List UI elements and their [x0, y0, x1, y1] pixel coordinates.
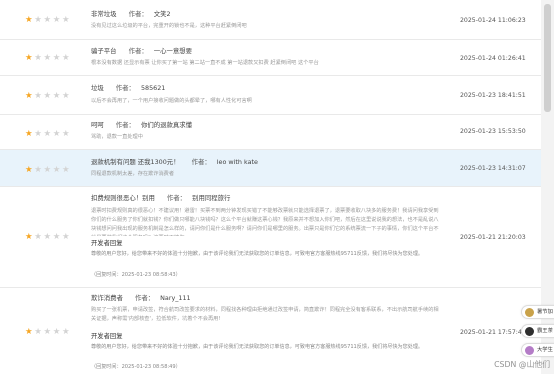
developer-reply-heading: 开发者回复 [91, 240, 123, 247]
star-icon: ★ [43, 327, 53, 337]
review-item: ★★★★★ 扣费规则很恶心！别用 作者： 别用同程旅行 退票时扣费规则真的很恶心！不… [0, 187, 541, 288]
developer-reply-heading: 开发者回复 [91, 333, 123, 340]
review-title: 扣费规则很恶心！别用 [91, 194, 155, 202]
review-date: 2025-01-23 15:53:50 [460, 128, 526, 135]
widget-avatar-icon [525, 327, 534, 336]
widget-label: 霸王茶 [537, 328, 553, 334]
review-item: ★★★★★ 欺诈消费者 作者： Nary_111 购买了一张机票，申请改签，符合航司… [0, 288, 541, 374]
star-icon: ★ [43, 53, 53, 63]
review-title: 非常垃圾 [91, 10, 117, 18]
widget-label: 大学生 [537, 347, 553, 353]
author-label: 作者： [128, 47, 148, 55]
star-rating: ★★★★★ [25, 54, 71, 63]
csdn-watermark: CSDN @山他们 [494, 360, 550, 369]
review-author: 别用同程旅行 [192, 194, 231, 202]
author-label: 作者： [191, 158, 211, 166]
star-icon: ★ [52, 327, 62, 337]
app-store-reviews-page: ★★★★★ 非常垃圾 作者： 文笑2 没有见过这么垃圾的平台，完重开的锁也不是，这种… [0, 0, 554, 374]
review-body: 根本没有数据 还显示有票 让你买了第一站 第二站一直不成 第一站退款又扣费 赶紧… [91, 60, 319, 66]
floating-side-widget[interactable]: 暑节加 [521, 305, 554, 319]
star-icon: ★ [52, 165, 62, 175]
review-item: ★★★★★ 垃圾 作者： 585621 以后不会再用了，一个用户接收问题做的头都晕了… [0, 76, 541, 115]
star-icon: ★ [52, 232, 62, 242]
review-body: 购买了一张机票，申请改签，符合航司改签要求的材料，同程找各种理由拒绝通过改签申请… [91, 307, 439, 322]
star-icon: ★ [43, 129, 53, 139]
star-icon: ★ [61, 91, 72, 101]
review-author: 文笑2 [153, 10, 171, 18]
review-date: 2025-01-23 14:31:07 [460, 165, 526, 172]
star-icon: ★ [43, 91, 53, 101]
developer-reply-time: （回复时间：2025-01-23 08:58:43） [91, 272, 181, 278]
star-rating: ★★★★★ [25, 16, 71, 25]
star-rating: ★★★★★ [25, 328, 71, 337]
star-icon: ★ [52, 91, 62, 101]
developer-reply-time: （回复时间：2025-01-23 08:58:49） [91, 364, 181, 370]
review-title: 呵呵 [91, 121, 104, 129]
star-icon: ★ [61, 53, 72, 63]
review-title: 骗子平台 [91, 47, 117, 55]
star-icon: ★ [25, 129, 35, 139]
developer-reply-body: 尊敬的用户您好，给您带来不好的体验十分抱歉，由于该评论我们无法获取您的订单信息，… [91, 251, 424, 257]
author-label: 作者： [115, 84, 135, 92]
star-icon: ★ [61, 232, 72, 242]
review-author: 你们的退款真求懂 [140, 121, 193, 129]
star-rating: ★★★★★ [25, 92, 71, 101]
widget-label: 暑节加 [537, 309, 553, 315]
review-item: ★★★★★ 骗子平台 作者： 一心一意想要 根本没有数据 还显示有票 让你买了第一站… [0, 40, 541, 76]
review-date: 2025-01-21 21:20:03 [460, 234, 526, 241]
author-label: 作者： [128, 10, 148, 18]
star-rating: ★★★★★ [25, 233, 71, 242]
review-item-highlighted: ★★★★★ 退款机制有问题 还我1300元！ 作者： leo with kate 同… [0, 150, 541, 187]
review-item: ★★★★★ 呵呵 作者： 你们的退款真求懂 骂助，退款一直处理中 2025-01-2… [0, 115, 541, 150]
widget-avatar-icon [525, 346, 534, 355]
review-date: 2025-01-21 17:57:45 [460, 329, 526, 336]
review-author: leo with kate [216, 158, 258, 166]
widget-avatar-icon [525, 308, 534, 317]
star-icon: ★ [43, 15, 53, 25]
review-body: 退票时扣费规则真的很恶心！不建议用！避雷！买票不到两分钟发现买错了不能够改票就只… [91, 208, 439, 236]
star-icon: ★ [25, 91, 35, 101]
review-title: 欺诈消费者 [91, 294, 123, 302]
star-rating: ★★★★★ [25, 166, 71, 175]
review-body: 骂助，退款一直处理中 [91, 134, 143, 140]
review-date: 2025-01-23 18:41:51 [460, 92, 526, 99]
star-icon: ★ [43, 232, 53, 242]
star-icon: ★ [25, 15, 35, 25]
star-icon: ★ [61, 129, 72, 139]
review-body: 没有见过这么垃圾的平台，完重开的锁也不是，这种平台赶紧倒闭吧 [91, 23, 247, 29]
review-title: 退款机制有问题 还我1300元！ [91, 158, 180, 166]
review-author: 585621 [140, 84, 166, 92]
floating-side-widget[interactable]: 大学生 [521, 343, 554, 357]
star-icon: ★ [43, 165, 53, 175]
star-icon: ★ [25, 53, 35, 63]
star-icon: ★ [52, 53, 62, 63]
author-label: 作者： [115, 121, 135, 129]
star-icon: ★ [52, 129, 62, 139]
review-body: 以后不会再用了，一个用户接收问题做的头都晕了，哪有人性化可言啊 [91, 98, 252, 104]
star-icon: ★ [61, 15, 72, 25]
star-icon: ★ [61, 165, 72, 175]
author-label: 作者： [134, 294, 155, 302]
review-date: 2025-01-24 01:26:41 [460, 55, 526, 62]
review-item: ★★★★★ 非常垃圾 作者： 文笑2 没有见过这么垃圾的平台，完重开的锁也不是，这种… [0, 0, 541, 40]
review-title: 垃圾 [91, 84, 104, 92]
developer-reply-body: 尊敬的用户您好，给您带来不好的体验十分抱歉，由于该评论我们无法获取您的订单信息，… [91, 344, 424, 350]
review-author: Nary_111 [160, 294, 191, 302]
floating-side-widget[interactable]: 霸王茶 [521, 324, 554, 338]
scrollbar-thumb[interactable] [544, 4, 551, 112]
star-icon: ★ [25, 165, 35, 175]
star-icon: ★ [25, 232, 35, 242]
star-icon: ★ [61, 327, 72, 337]
star-rating: ★★★★★ [25, 130, 71, 139]
star-icon: ★ [52, 15, 62, 25]
author-label: 作者： [166, 194, 187, 202]
review-author: 一心一意想要 [153, 47, 193, 55]
review-body: 同程退款机制太差，存在欺诈消费者 [91, 171, 175, 177]
star-icon: ★ [25, 327, 35, 337]
review-date: 2025-01-24 11:06:23 [460, 17, 526, 24]
